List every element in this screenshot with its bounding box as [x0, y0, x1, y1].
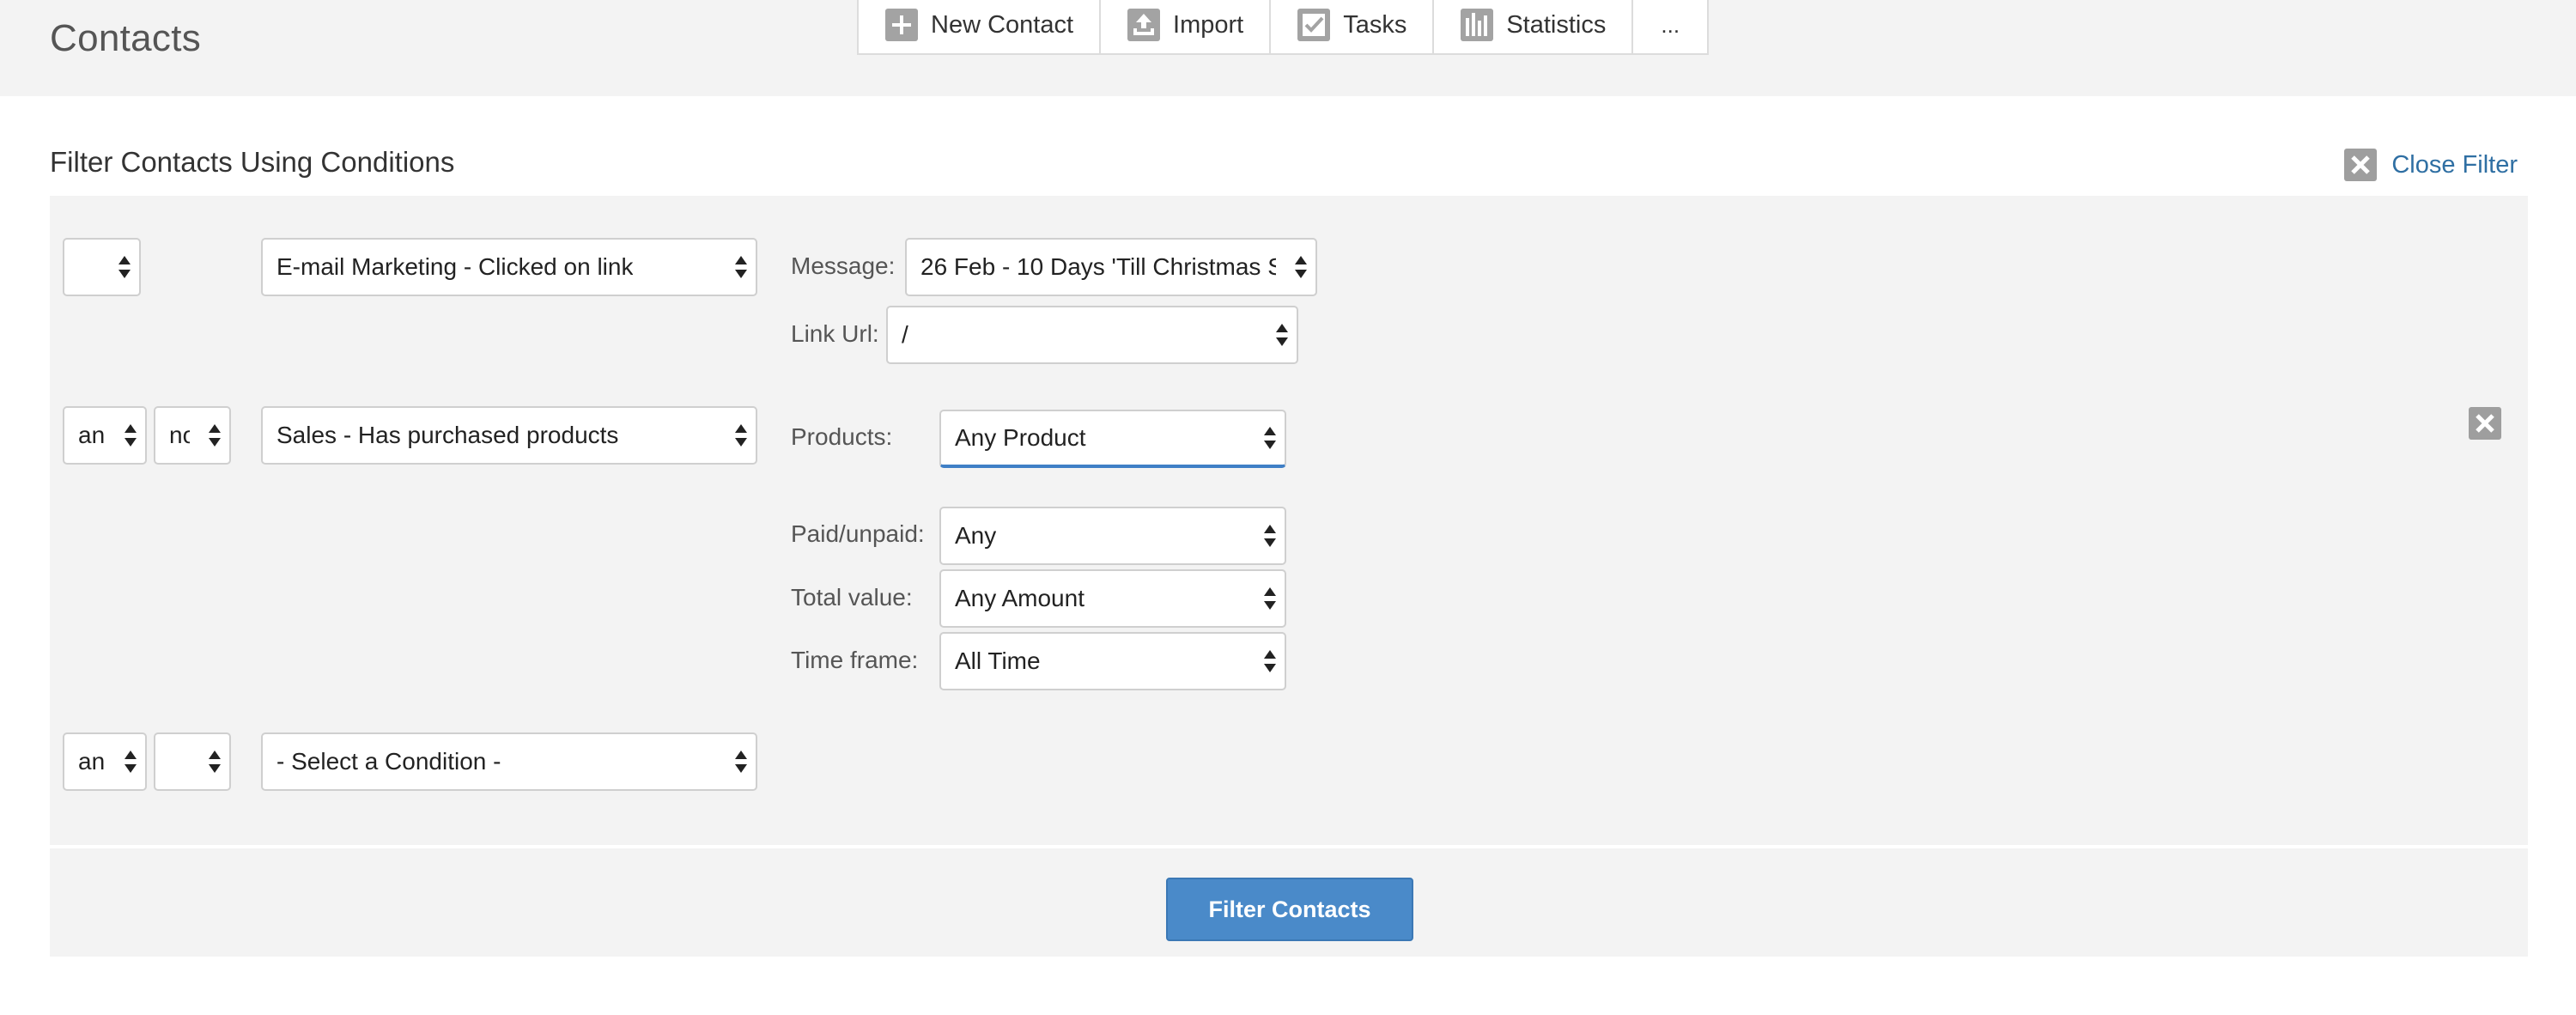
total-value-label: Total value: [791, 584, 913, 611]
statistics-label: Statistics [1506, 10, 1607, 39]
close-icon [2343, 148, 2378, 182]
updown-arrows-icon [1264, 587, 1276, 610]
updown-arrows-icon [735, 751, 747, 773]
paid-unpaid-select[interactable]: Any [939, 507, 1286, 565]
import-label: Import [1173, 10, 1244, 39]
link-url-label: Link Url: [791, 320, 879, 347]
plus-square-icon [884, 8, 919, 42]
updown-arrows-icon [1264, 427, 1276, 449]
negation-select-3[interactable] [154, 732, 231, 791]
updown-arrows-icon [1264, 525, 1276, 547]
page-header: Contacts New Contact Import Tasks Statis… [0, 0, 2576, 96]
connector-select-1[interactable] [63, 238, 141, 296]
updown-arrows-icon [209, 751, 221, 773]
updown-arrows-icon [125, 751, 137, 773]
message-select[interactable]: 26 Feb - 10 Days 'Till Christmas Special [905, 238, 1317, 296]
updown-arrows-icon [735, 424, 747, 447]
message-label: Message: [791, 252, 896, 279]
time-frame-label: Time frame: [791, 647, 919, 673]
updown-arrows-icon [118, 256, 131, 278]
bar-chart-icon [1460, 8, 1494, 42]
filter-heading: Filter Contacts Using Conditions [50, 146, 455, 178]
updown-arrows-icon [1276, 324, 1288, 346]
connector-select-3[interactable]: and [63, 732, 147, 791]
condition-select-2[interactable]: Sales - Has purchased products [261, 406, 757, 465]
total-value-select[interactable]: Any Amount [939, 569, 1286, 628]
checkbox-icon [1297, 8, 1331, 42]
tasks-button[interactable]: Tasks [1271, 0, 1435, 53]
updown-arrows-icon [1264, 650, 1276, 672]
close-filter-link[interactable]: Close Filter [2343, 148, 2518, 182]
condition-select-1[interactable]: E-mail Marketing - Clicked on link [261, 238, 757, 296]
upload-tray-icon [1127, 8, 1161, 42]
close-filter-label: Close Filter [2391, 150, 2518, 179]
paid-unpaid-label: Paid/unpaid: [791, 520, 925, 547]
products-label: Products: [791, 423, 893, 450]
updown-arrows-icon [1295, 256, 1307, 278]
more-label: ... [1661, 11, 1680, 38]
updown-arrows-icon [209, 424, 221, 447]
new-contact-button[interactable]: New Contact [859, 0, 1102, 53]
products-select[interactable]: Any Product [939, 410, 1286, 468]
time-frame-select[interactable]: All Time [939, 632, 1286, 690]
link-url-select[interactable]: / [886, 306, 1298, 364]
remove-condition-button[interactable] [2468, 406, 2502, 441]
contacts-toolbar: New Contact Import Tasks Statistics ... [857, 0, 1710, 55]
tasks-label: Tasks [1343, 10, 1407, 39]
more-button[interactable]: ... [1633, 0, 1707, 53]
updown-arrows-icon [735, 256, 747, 278]
new-contact-label: New Contact [931, 10, 1074, 39]
condition-select-3[interactable]: - Select a Condition - [261, 732, 757, 791]
import-button[interactable]: Import [1101, 0, 1272, 53]
updown-arrows-icon [125, 424, 137, 447]
negation-select-2[interactable]: not [154, 406, 231, 465]
statistics-button[interactable]: Statistics [1434, 0, 1634, 53]
connector-select-2[interactable]: and [63, 406, 147, 465]
close-icon [2468, 407, 2502, 444]
page-title: Contacts [50, 17, 202, 59]
filter-contacts-button[interactable]: Filter Contacts [1166, 878, 1413, 941]
